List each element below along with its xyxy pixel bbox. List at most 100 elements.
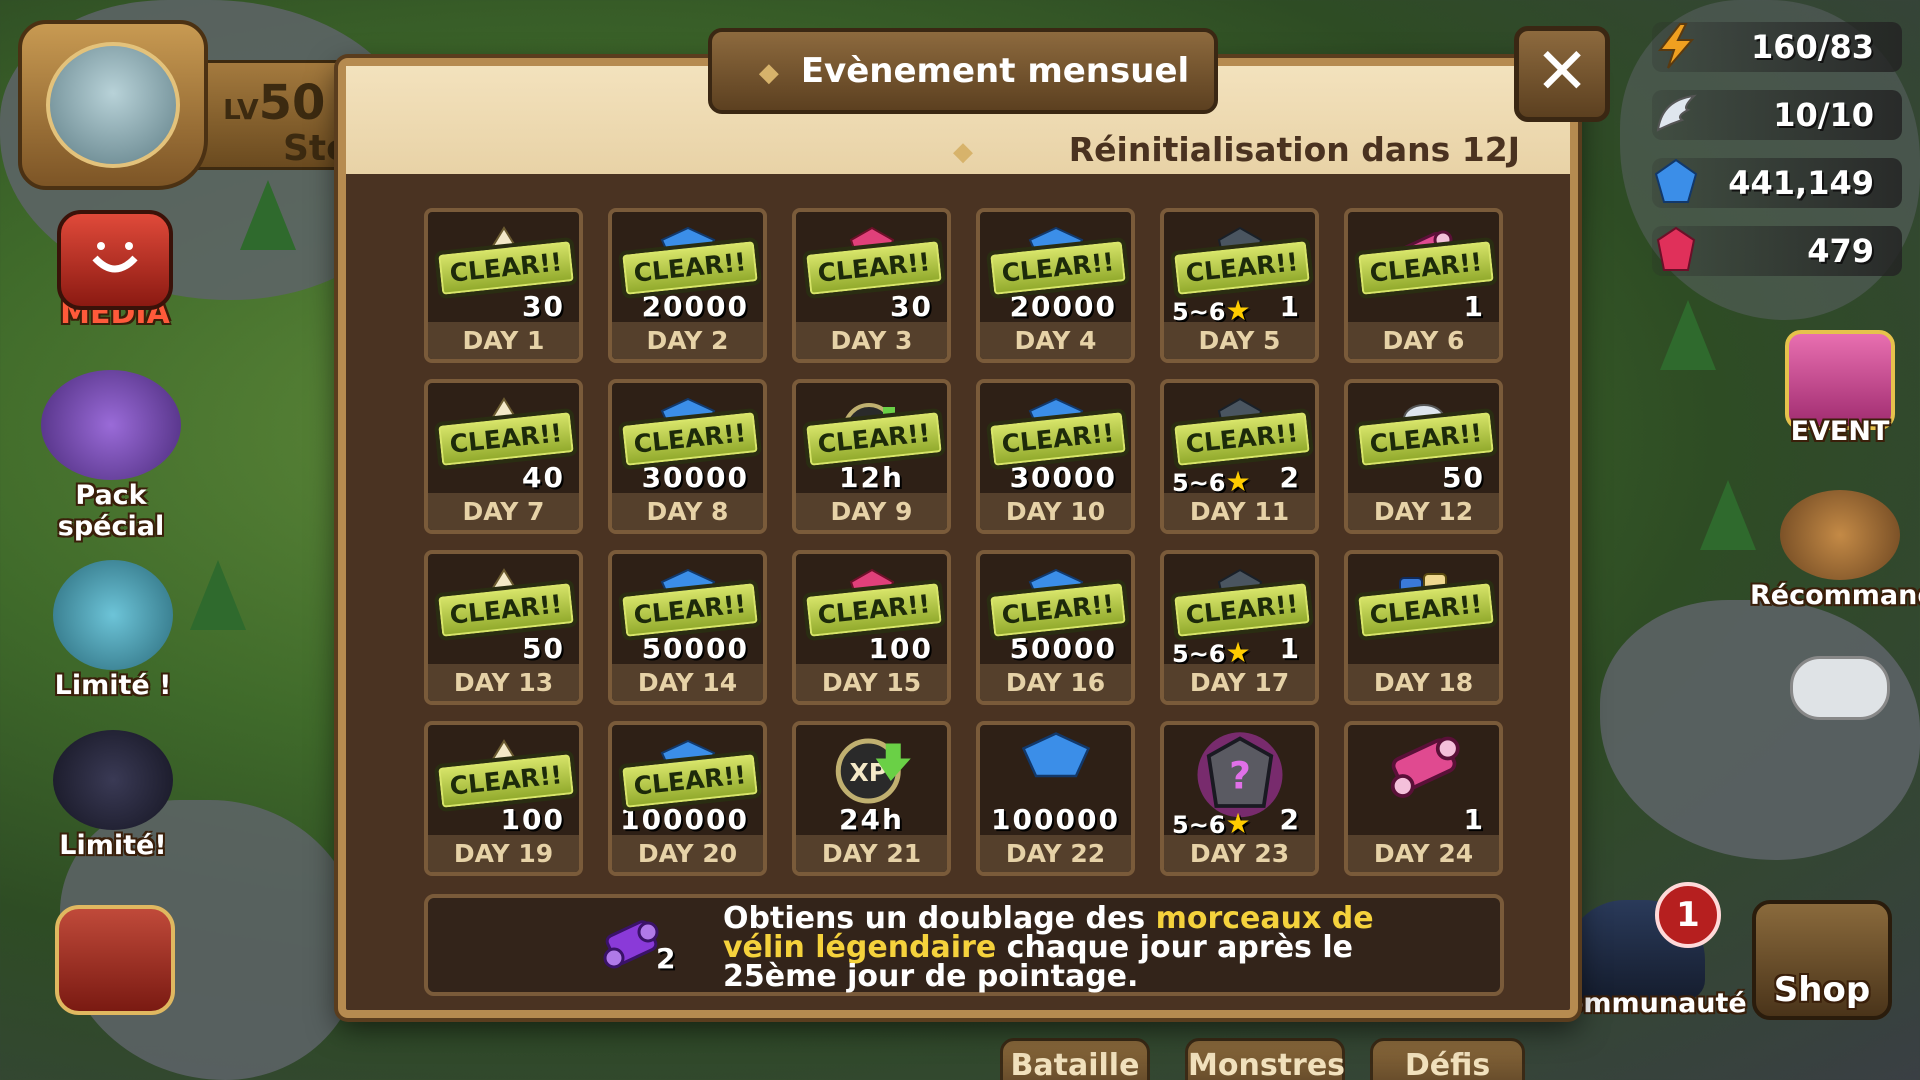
reward-cell[interactable]: XP12hCLEAR!!DAY 9 [792, 379, 951, 534]
upgrade-pack-icon [41, 370, 181, 480]
event-button[interactable]: EVENT [1760, 330, 1920, 447]
reward-quantity: 1 [1463, 290, 1485, 323]
day-label: DAY 6 [1348, 322, 1499, 359]
day-label: DAY 24 [1348, 835, 1499, 872]
limited-offer-button-1[interactable]: Limité ! [38, 560, 188, 701]
guild-button[interactable] [40, 905, 190, 1015]
reward-image-area: 100000 CLEAR!! [612, 725, 763, 843]
reward-cell[interactable]: 50000 CLEAR!! DAY 16 [976, 550, 1135, 705]
day-label: DAY 11 [1164, 493, 1315, 530]
day-label: DAY 3 [796, 322, 947, 359]
reward-image-area: 40 CLEAR!! [428, 383, 579, 501]
guild-banner-icon [55, 905, 175, 1015]
monster-pack-icon [53, 730, 173, 830]
player-level: LV50 [223, 75, 326, 131]
day-label: DAY 1 [428, 322, 579, 359]
reward-image-area: 1 [1348, 725, 1499, 843]
reward-quantity: 40 [522, 461, 565, 494]
reward-cell[interactable]: CLEAR!! DAY 18 [1344, 550, 1503, 705]
reward-image-area: 50 CLEAR!! [1348, 383, 1499, 501]
bottom-tab-defis[interactable]: Défis [1370, 1038, 1525, 1080]
player-profile[interactable]: LV50 Ste [18, 20, 368, 190]
limited-offer-button-2[interactable]: Limité! [38, 730, 188, 861]
reward-quantity: 50 [1442, 461, 1485, 494]
recommended-button[interactable]: Récommandé [1750, 490, 1920, 611]
day-label: DAY 2 [612, 322, 763, 359]
reward-cell[interactable]: ? 5~6★ 2 DAY 23 [1160, 721, 1319, 876]
reward-quantity: 1 [1279, 290, 1301, 323]
bottom-tab-monstres[interactable]: Monstres [1185, 1038, 1345, 1080]
day-label: DAY 20 [612, 835, 763, 872]
day-label: DAY 10 [980, 493, 1131, 530]
background-tree [1700, 480, 1756, 550]
reward-cell[interactable]: 100000 DAY 22 [976, 721, 1135, 876]
modal-title: Evènement mensuel [800, 51, 1190, 91]
reward-quantity: 30 [890, 290, 933, 323]
reward-quantity: 100000 [991, 803, 1120, 836]
avatar[interactable] [46, 42, 180, 168]
reward-cell[interactable]: 5~6★ 2 CLEAR!! DAY 11 [1160, 379, 1319, 534]
reward-quantity: 1 [1463, 803, 1485, 836]
reward-image-area: 1 CLEAR!! [1348, 212, 1499, 330]
limited-label-1: Limité ! [54, 670, 172, 701]
reward-quantity: 50 [522, 632, 565, 665]
reward-cell[interactable]: 50000 CLEAR!! DAY 14 [608, 550, 767, 705]
reward-image-area: 20000 CLEAR!! [612, 212, 763, 330]
reward-quantity: 2 [1279, 461, 1301, 494]
lightning-icon [1657, 23, 1695, 69]
reward-image-area: 100 CLEAR!! [428, 725, 579, 843]
day-label: DAY 12 [1348, 493, 1499, 530]
reward-image-area: XP12hCLEAR!! [796, 383, 947, 501]
day-label: DAY 23 [1164, 835, 1315, 872]
day-label: DAY 16 [980, 664, 1131, 701]
modal-title-plate: ◆ Evènement mensuel ◆ [708, 28, 1218, 167]
reward-cell[interactable]: 30000 CLEAR!! DAY 8 [608, 379, 767, 534]
reward-cell[interactable]: 100000 CLEAR!! DAY 20 [608, 721, 767, 876]
reward-cell[interactable]: 40 CLEAR!! DAY 7 [424, 379, 583, 534]
shop-button[interactable]: Shop [1742, 900, 1902, 1020]
background-tree [240, 180, 296, 250]
reward-cell[interactable]: 5~6★ 1 CLEAR!! DAY 5 [1160, 208, 1319, 363]
day-label: DAY 18 [1348, 664, 1499, 701]
mana-crystal-icon [1018, 731, 1093, 786]
reward-cell[interactable]: 30 CLEAR!! DAY 1 [424, 208, 583, 363]
reward-cell[interactable]: 50 CLEAR!! DAY 12 [1344, 379, 1503, 534]
reward-quantity: 1 [1279, 632, 1301, 665]
shop-label: Shop [1773, 970, 1871, 1010]
bonus-description: Obtiens un doublage des morceaux de véli… [723, 901, 1374, 994]
reward-cell[interactable]: 100 CLEAR!! DAY 15 [792, 550, 951, 705]
notification-badge: 1 [1655, 882, 1721, 948]
reward-image-area: 50000 CLEAR!! [980, 554, 1131, 672]
gamepad-icon[interactable] [1790, 656, 1890, 720]
day-label: DAY 5 [1164, 322, 1315, 359]
recommended-label: Récommandé [1750, 580, 1920, 611]
monthly-event-modal: Réinitialisation dans 12J ◆ Evènement men… [338, 26, 1610, 1018]
close-button[interactable]: ✕ [1514, 26, 1610, 122]
reward-cell[interactable]: 1 CLEAR!! DAY 6 [1344, 208, 1503, 363]
clear-stamp: CLEAR!! [1353, 578, 1499, 642]
reward-image-area: 50000 CLEAR!! [612, 554, 763, 672]
treasure-bag-icon [1780, 490, 1900, 580]
reward-cell[interactable]: 1 DAY 24 [1344, 721, 1503, 876]
reward-cell[interactable]: 30 CLEAR!! DAY 3 [792, 208, 951, 363]
bonus-info-box: 2 Obtiens un doublage des morceaux de vé… [424, 894, 1504, 996]
day-label: DAY 8 [612, 493, 763, 530]
reward-cell[interactable]: 5~6★ 1 CLEAR!! DAY 17 [1160, 550, 1319, 705]
reward-cell[interactable]: 30000 CLEAR!! DAY 10 [976, 379, 1135, 534]
reward-image-area: 100 CLEAR!! [796, 554, 947, 672]
reward-cell[interactable]: 20000 CLEAR!! DAY 2 [608, 208, 767, 363]
bottom-tab-bataille[interactable]: Bataille [1000, 1038, 1150, 1080]
reward-cell[interactable]: 100 CLEAR!! DAY 19 [424, 721, 583, 876]
day-label: DAY 21 [796, 835, 947, 872]
reward-image-area: 5~6★ 1 CLEAR!! [1164, 554, 1315, 672]
reward-image-area: XP 24h [796, 725, 947, 843]
media-button[interactable]: MEDIA [40, 210, 190, 331]
background-tree [190, 560, 246, 630]
reward-cell[interactable]: 20000 CLEAR!! DAY 4 [976, 208, 1135, 363]
reward-cell[interactable]: 50 CLEAR!! DAY 13 [424, 550, 583, 705]
reward-cell[interactable]: XP 24h DAY 21 [792, 721, 951, 876]
background-tree [1660, 300, 1716, 370]
rune-pack-icon [53, 560, 173, 670]
reward-quantity: 30 [522, 290, 565, 323]
special-pack-button[interactable]: Pack spécial [26, 370, 196, 542]
